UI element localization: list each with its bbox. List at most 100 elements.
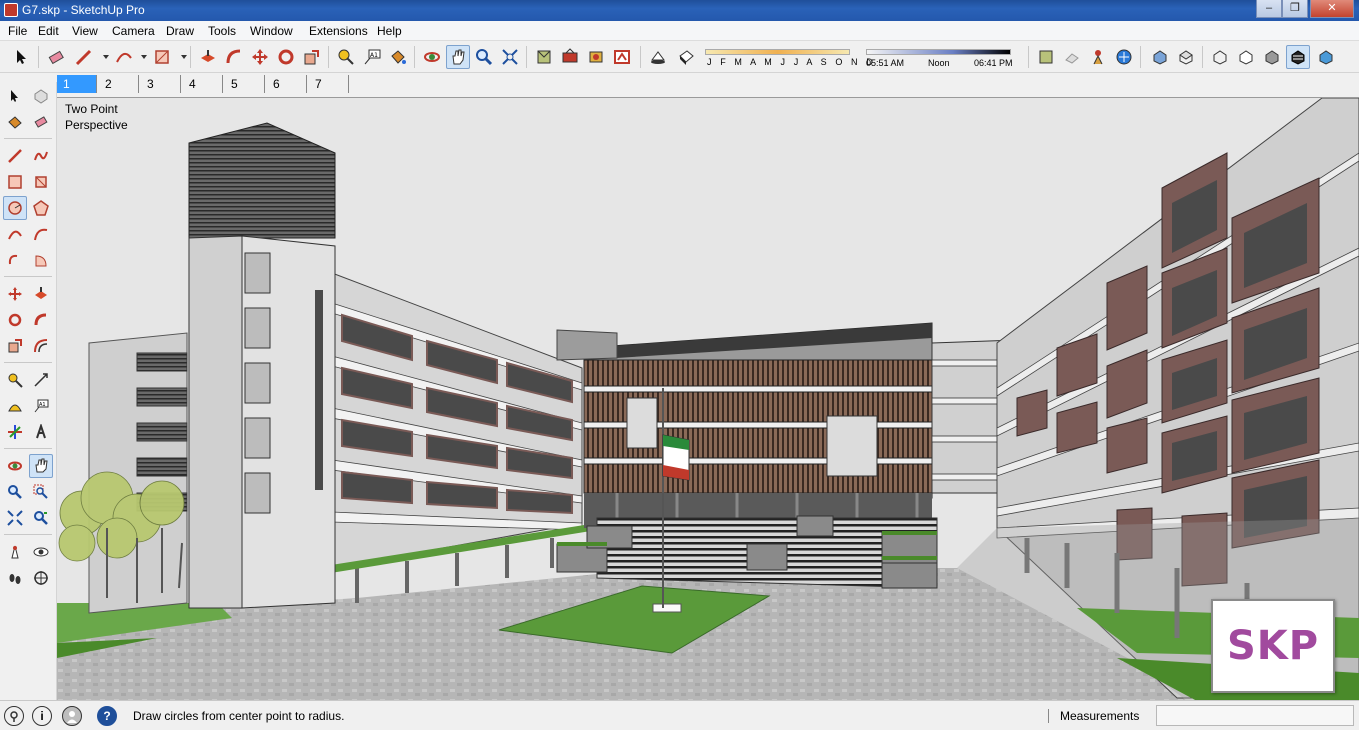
user-account-icon[interactable]	[62, 706, 82, 726]
shadows-toggle-icon[interactable]	[646, 45, 670, 69]
paint-bucket-icon[interactable]	[3, 110, 27, 134]
walk-icon[interactable]	[1060, 45, 1084, 69]
text-tool-icon[interactable]: A1	[29, 394, 53, 418]
tape-measure-icon[interactable]	[334, 45, 358, 69]
menu-extensions[interactable]: Extensions	[309, 24, 368, 38]
tape-measure-icon[interactable]	[3, 368, 27, 392]
menu-file[interactable]: File	[8, 24, 27, 38]
section-plane-icon[interactable]	[29, 566, 53, 590]
position-camera-icon[interactable]	[1034, 45, 1058, 69]
extension-warehouse-icon[interactable]	[610, 45, 634, 69]
rotate-icon[interactable]	[274, 45, 298, 69]
rectangle-icon[interactable]	[3, 170, 27, 194]
two-point-arc-icon[interactable]	[29, 222, 53, 246]
circle-icon[interactable]	[3, 196, 27, 220]
scene-tab-2[interactable]: 2	[99, 75, 139, 93]
pie-icon[interactable]	[29, 248, 53, 272]
geolocation-status-icon[interactable]	[4, 706, 24, 726]
share-component-icon[interactable]	[584, 45, 608, 69]
monochrome-style-icon[interactable]	[1286, 45, 1310, 69]
scene-tab-3[interactable]: 3	[141, 75, 181, 93]
push-pull-icon[interactable]	[196, 45, 220, 69]
shadow-time-track[interactable]	[866, 49, 1011, 55]
protractor-icon[interactable]	[3, 394, 27, 418]
pencil-line-icon[interactable]	[72, 45, 96, 69]
previous-view-icon[interactable]	[29, 506, 53, 530]
freehand-icon[interactable]	[29, 144, 53, 168]
help-icon[interactable]: ?	[97, 706, 117, 726]
shaded-style-icon[interactable]	[1260, 45, 1284, 69]
share-model-icon[interactable]	[558, 45, 582, 69]
dimension-icon[interactable]	[29, 368, 53, 392]
measurements-input[interactable]	[1156, 705, 1354, 726]
scene-tab-6[interactable]: 6	[267, 75, 307, 93]
pan-icon[interactable]	[446, 45, 470, 69]
shape-dropdown-icon[interactable]	[172, 45, 196, 69]
offset-icon[interactable]	[29, 334, 53, 358]
walk-icon[interactable]	[3, 566, 27, 590]
shadow-date-slider[interactable]: J F M A M J J A S O N D	[705, 47, 873, 69]
orbit-icon[interactable]	[3, 454, 27, 478]
rotate-icon[interactable]	[3, 308, 27, 332]
line-icon[interactable]	[3, 144, 27, 168]
follow-me-icon[interactable]	[222, 45, 246, 69]
three-point-arc-icon[interactable]	[3, 248, 27, 272]
eraser-icon[interactable]	[29, 110, 53, 134]
close-button[interactable]: ✕	[1310, 0, 1354, 18]
menu-help[interactable]: Help	[377, 24, 402, 38]
scene-tab-5[interactable]: 5	[225, 75, 265, 93]
select-icon[interactable]	[10, 45, 34, 69]
zoom-window-icon[interactable]	[29, 480, 53, 504]
arc-icon[interactable]	[3, 222, 27, 246]
rectangle-icon[interactable]	[150, 45, 174, 69]
menu-window[interactable]: Window	[250, 24, 293, 38]
credits-info-icon[interactable]: i	[32, 706, 52, 726]
look-around-icon[interactable]	[29, 540, 53, 564]
textured-style-icon[interactable]	[1314, 45, 1338, 69]
push-pull-icon[interactable]	[29, 282, 53, 306]
menu-tools[interactable]: Tools	[208, 24, 236, 38]
model-viewport[interactable]: Two Point Perspective SKP	[57, 97, 1359, 700]
component-icon[interactable]	[29, 84, 53, 108]
orbit-icon[interactable]	[420, 45, 444, 69]
zoom-icon[interactable]	[472, 45, 496, 69]
move-icon[interactable]	[3, 282, 27, 306]
paint-bucket-icon[interactable]	[386, 45, 410, 69]
wireframe-style-icon[interactable]	[1234, 45, 1258, 69]
menu-draw[interactable]: Draw	[166, 24, 194, 38]
look-around-icon[interactable]	[1086, 45, 1110, 69]
zoom-extents-icon[interactable]	[498, 45, 522, 69]
scene-tab-4[interactable]: 4	[183, 75, 223, 93]
geolocation-icon[interactable]	[1112, 45, 1136, 69]
model-scene[interactable]	[57, 98, 1359, 700]
top-view-icon[interactable]	[1174, 45, 1198, 69]
xray-style-icon[interactable]	[1208, 45, 1232, 69]
follow-me-icon[interactable]	[29, 308, 53, 332]
zoom-extents-icon[interactable]	[3, 506, 27, 530]
maximize-button[interactable]: ❐	[1282, 0, 1308, 18]
3d-text-icon[interactable]	[29, 420, 53, 444]
text-tool-icon[interactable]: A1	[360, 45, 384, 69]
minimize-button[interactable]: –	[1256, 0, 1282, 18]
move-icon[interactable]	[248, 45, 272, 69]
rotated-rectangle-icon[interactable]	[29, 170, 53, 194]
position-camera-icon[interactable]	[3, 540, 27, 564]
zoom-icon[interactable]	[3, 480, 27, 504]
iso-view-icon[interactable]	[1148, 45, 1172, 69]
select-icon[interactable]	[3, 84, 27, 108]
pan-icon[interactable]	[29, 454, 53, 478]
scene-tab-7[interactable]: 7	[309, 75, 349, 93]
sketchup-app-icon[interactable]	[4, 3, 18, 17]
scene-tab-1[interactable]: 1	[57, 75, 97, 93]
menu-edit[interactable]: Edit	[38, 24, 59, 38]
shadow-time-slider[interactable]: 05:51 AM Noon 06:41 PM	[866, 47, 1014, 69]
scale-icon[interactable]	[300, 45, 324, 69]
menu-camera[interactable]: Camera	[112, 24, 155, 38]
3d-warehouse-icon[interactable]	[532, 45, 556, 69]
fog-toggle-icon[interactable]	[674, 45, 698, 69]
eraser-icon[interactable]	[44, 45, 68, 69]
axes-icon[interactable]	[3, 420, 27, 444]
polygon-icon[interactable]	[29, 196, 53, 220]
menu-view[interactable]: View	[72, 24, 98, 38]
shadow-date-track[interactable]	[705, 49, 850, 55]
